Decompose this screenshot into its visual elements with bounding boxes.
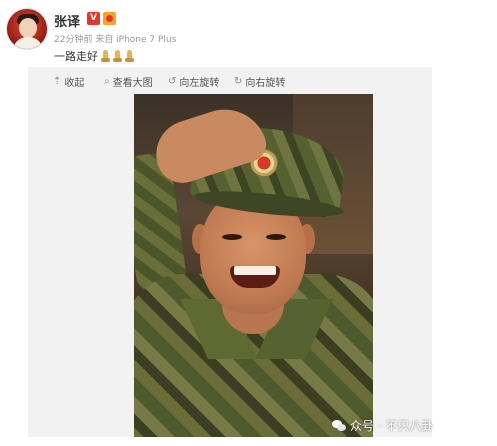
avatar[interactable] [6, 8, 48, 50]
wechat-icon [332, 419, 346, 432]
arrow-up-icon: ⇡ [53, 76, 62, 87]
prayer-icon [124, 50, 135, 62]
prayer-icons [100, 50, 136, 65]
collapse-button[interactable]: ⇡ 收起 [53, 74, 84, 89]
rotate-left-label: 向左旋转 [179, 78, 220, 89]
username[interactable]: 张译 [54, 11, 80, 30]
post-text-content: 一路走好 [54, 50, 98, 63]
prayer-icon [112, 50, 123, 62]
rotate-right-label: 向右旋转 [245, 78, 286, 89]
watermark-text: 众号 · 不只八卦 [350, 419, 434, 433]
rotate-right-button[interactable]: ↻ 向右旋转 [234, 74, 285, 89]
media-toolbar: ⇡ 收起 ⌕ 查看大图 ↺ 向左旋转 ↻ 向右旋转 [28, 67, 432, 93]
verified-badge-icon: V [87, 12, 100, 25]
media-box: ⇡ 收起 ⌕ 查看大图 ↺ 向左旋转 ↻ 向右旋转 [28, 67, 432, 437]
collapse-label: 收起 [64, 78, 85, 89]
view-large-label: 查看大图 [112, 78, 153, 89]
magnifier-icon: ⌕ [104, 76, 110, 87]
prayer-icon [100, 50, 111, 62]
post-header: 张译 V 22分钟前 来自 iPhone 7 Plus 一路走好 [6, 8, 496, 68]
rotate-left-button[interactable]: ↺ 向左旋转 [168, 74, 219, 89]
rotate-right-icon: ↻ [234, 76, 243, 87]
watermark: 众号 · 不只八卦 [332, 417, 433, 434]
post-meta: 22分钟前 来自 iPhone 7 Plus [54, 35, 177, 45]
post-photo[interactable] [134, 94, 373, 437]
view-large-button[interactable]: ⌕ 查看大图 [104, 74, 153, 89]
post-text: 一路走好 [54, 48, 136, 65]
rotate-left-icon: ↺ [168, 76, 177, 87]
rank-badge-icon [103, 12, 116, 25]
